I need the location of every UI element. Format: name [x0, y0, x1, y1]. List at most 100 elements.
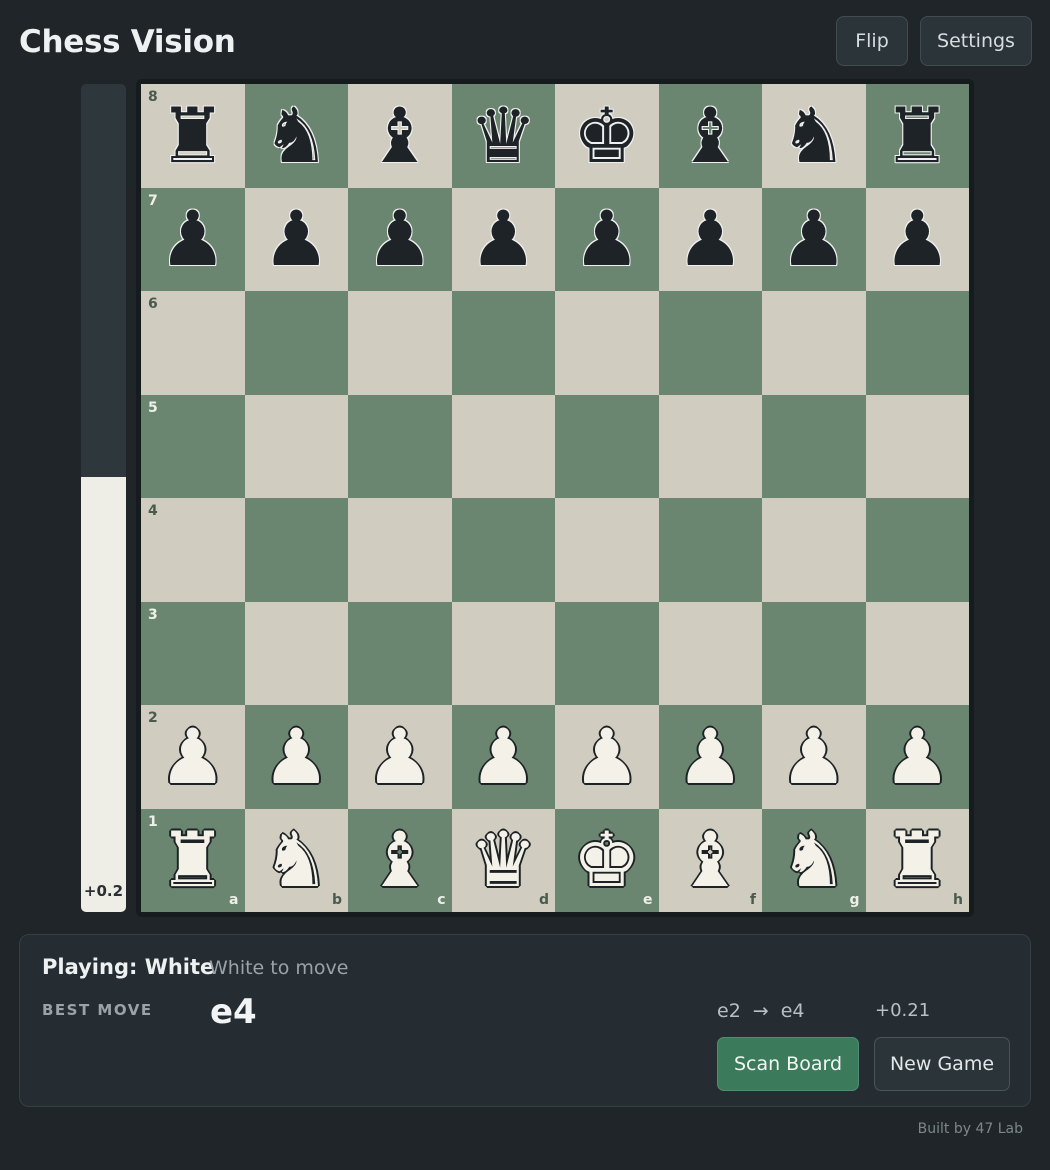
square-e8[interactable]: ♚	[555, 84, 659, 188]
square-e1[interactable]: e ♚	[555, 808, 659, 913]
white-rook-icon[interactable]: ♜	[866, 809, 970, 913]
square-e2[interactable]: ♟	[555, 705, 659, 809]
square-d7[interactable]: ♟	[451, 187, 556, 292]
white-knight-icon[interactable]: ♞	[762, 809, 866, 913]
square-d6[interactable]	[451, 291, 555, 395]
white-pawn-icon[interactable]: ♟	[762, 705, 866, 809]
square-h6[interactable]	[865, 291, 969, 395]
white-pawn-icon[interactable]: ♟	[452, 705, 556, 809]
square-e7[interactable]: ♟	[555, 187, 659, 292]
square-a5[interactable]: 5	[141, 394, 245, 498]
square-f2[interactable]: ♟	[658, 705, 763, 809]
white-pawn-icon[interactable]: ♟	[659, 705, 763, 809]
settings-button[interactable]: Settings	[920, 16, 1032, 66]
square-g1[interactable]: g ♞	[762, 808, 866, 913]
black-bishop-icon[interactable]: ♝	[348, 84, 452, 188]
square-b3[interactable]	[244, 601, 348, 705]
chess-board[interactable]: 8 ♜ ♞ ♝ ♛ ♚ ♝ ♞ ♜ 7 ♟ ♟ ♟ ♟ ♟ ♟ ♟ ♟ 6 5 4 3 2 ♟ ♟ ♟ ♟ ♟ ♟ ♟ ♟ 1 a ♜ b ♞ c ♝ d ♛…	[141, 84, 969, 912]
square-g5[interactable]	[762, 394, 866, 498]
white-pawn-icon[interactable]: ♟	[141, 705, 245, 809]
white-pawn-icon[interactable]: ♟	[348, 705, 452, 809]
square-b5[interactable]	[244, 394, 348, 498]
white-pawn-icon[interactable]: ♟	[245, 705, 349, 809]
square-g2[interactable]: ♟	[762, 705, 866, 809]
square-h3[interactable]	[865, 601, 969, 705]
square-d5[interactable]	[451, 394, 555, 498]
black-rook-icon[interactable]: ♜	[866, 84, 970, 188]
square-f4[interactable]	[658, 498, 762, 602]
square-e3[interactable]	[555, 601, 659, 705]
black-queen-icon[interactable]: ♛	[452, 84, 556, 188]
square-g6[interactable]	[762, 291, 866, 395]
square-b1[interactable]: b ♞	[244, 808, 349, 913]
square-f8[interactable]: ♝	[658, 84, 763, 188]
black-pawn-icon[interactable]: ♟	[348, 188, 452, 292]
black-pawn-icon[interactable]: ♟	[659, 188, 763, 292]
square-a6[interactable]: 6	[141, 291, 245, 395]
square-g3[interactable]	[762, 601, 866, 705]
white-bishop-icon[interactable]: ♝	[348, 809, 452, 913]
square-f1[interactable]: f ♝	[658, 808, 763, 913]
white-rook-icon[interactable]: ♜	[141, 809, 245, 913]
square-c4[interactable]	[348, 498, 452, 602]
square-a1[interactable]: 1 a ♜	[141, 808, 245, 913]
square-f3[interactable]	[658, 601, 762, 705]
square-g7[interactable]: ♟	[762, 187, 866, 292]
square-d8[interactable]: ♛	[451, 84, 556, 188]
square-h1[interactable]: h ♜	[865, 808, 970, 913]
square-f6[interactable]	[658, 291, 762, 395]
black-pawn-icon[interactable]: ♟	[555, 188, 659, 292]
square-d2[interactable]: ♟	[451, 705, 556, 809]
square-b7[interactable]: ♟	[244, 187, 349, 292]
square-c3[interactable]	[348, 601, 452, 705]
square-d1[interactable]: d ♛	[451, 808, 556, 913]
square-b8[interactable]: ♞	[244, 84, 349, 188]
square-c7[interactable]: ♟	[348, 187, 452, 292]
black-bishop-icon[interactable]: ♝	[659, 84, 763, 188]
square-c2[interactable]: ♟	[348, 705, 452, 809]
square-c6[interactable]	[348, 291, 452, 395]
square-f7[interactable]: ♟	[658, 187, 763, 292]
square-d4[interactable]	[451, 498, 555, 602]
square-a3[interactable]: 3	[141, 601, 245, 705]
white-bishop-icon[interactable]: ♝	[659, 809, 763, 913]
square-g4[interactable]	[762, 498, 866, 602]
square-h7[interactable]: ♟	[865, 187, 970, 292]
square-a8[interactable]: 8 ♜	[141, 84, 245, 188]
square-b4[interactable]	[244, 498, 348, 602]
square-a2[interactable]: 2 ♟	[141, 705, 245, 809]
black-pawn-icon[interactable]: ♟	[452, 188, 556, 292]
scan-board-button[interactable]: Scan Board	[717, 1037, 859, 1091]
black-rook-icon[interactable]: ♜	[141, 84, 245, 188]
square-e5[interactable]	[555, 394, 659, 498]
square-e4[interactable]	[555, 498, 659, 602]
square-a4[interactable]: 4	[141, 498, 245, 602]
black-knight-icon[interactable]: ♞	[245, 84, 349, 188]
white-queen-icon[interactable]: ♛	[452, 809, 556, 913]
square-h4[interactable]	[865, 498, 969, 602]
square-c1[interactable]: c ♝	[348, 808, 452, 913]
flip-board-button[interactable]: Flip	[836, 16, 908, 66]
white-knight-icon[interactable]: ♞	[245, 809, 349, 913]
square-h2[interactable]: ♟	[865, 705, 970, 809]
square-e6[interactable]	[555, 291, 659, 395]
black-knight-icon[interactable]: ♞	[762, 84, 866, 188]
square-h5[interactable]	[865, 394, 969, 498]
square-b2[interactable]: ♟	[244, 705, 349, 809]
black-pawn-icon[interactable]: ♟	[866, 188, 970, 292]
square-b6[interactable]	[244, 291, 348, 395]
white-pawn-icon[interactable]: ♟	[866, 705, 970, 809]
black-pawn-icon[interactable]: ♟	[245, 188, 349, 292]
white-king-icon[interactable]: ♚	[555, 809, 659, 913]
black-pawn-icon[interactable]: ♟	[762, 188, 866, 292]
square-g8[interactable]: ♞	[762, 84, 866, 188]
black-king-icon[interactable]: ♚	[555, 84, 659, 188]
square-d3[interactable]	[451, 601, 555, 705]
square-c5[interactable]	[348, 394, 452, 498]
square-h8[interactable]: ♜	[865, 84, 970, 188]
square-c8[interactable]: ♝	[348, 84, 452, 188]
white-pawn-icon[interactable]: ♟	[555, 705, 659, 809]
new-game-button[interactable]: New Game	[874, 1037, 1010, 1091]
square-f5[interactable]	[658, 394, 762, 498]
black-pawn-icon[interactable]: ♟	[141, 188, 245, 292]
